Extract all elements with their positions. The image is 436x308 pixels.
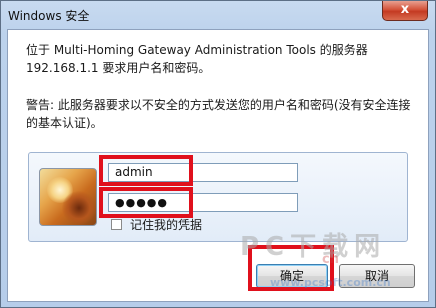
close-icon: x (400, 2, 410, 17)
remember-credentials-checkbox[interactable] (111, 219, 122, 230)
server-message-line2: 192.168.1.1 要求用户名和密码。 (26, 61, 211, 75)
server-message-line1: 位于 Multi-Homing Gateway Administration T… (26, 43, 368, 57)
watermark-url: www.pcsoft.com.cn (270, 276, 391, 289)
watermark-suffix: cn (322, 252, 339, 267)
title-bar[interactable]: Windows 安全 (1, 1, 435, 31)
remember-credentials-label: 记住我的凭据 (130, 218, 203, 232)
password-highlight-box (99, 187, 193, 218)
flower-shape (62, 191, 96, 225)
warning-line1: 警告: 此服务器要求以不安全的方式发送您的用户名和密码(没有安全连接 (26, 98, 411, 112)
username-highlight-box (99, 155, 193, 186)
warning-line2: 的基本认证)。 (26, 116, 103, 130)
watermark-logo: PC下载网 (240, 232, 387, 262)
user-picture-icon (39, 168, 97, 226)
close-button[interactable]: x (382, 1, 428, 21)
window-title: Windows 安全 (8, 9, 90, 23)
